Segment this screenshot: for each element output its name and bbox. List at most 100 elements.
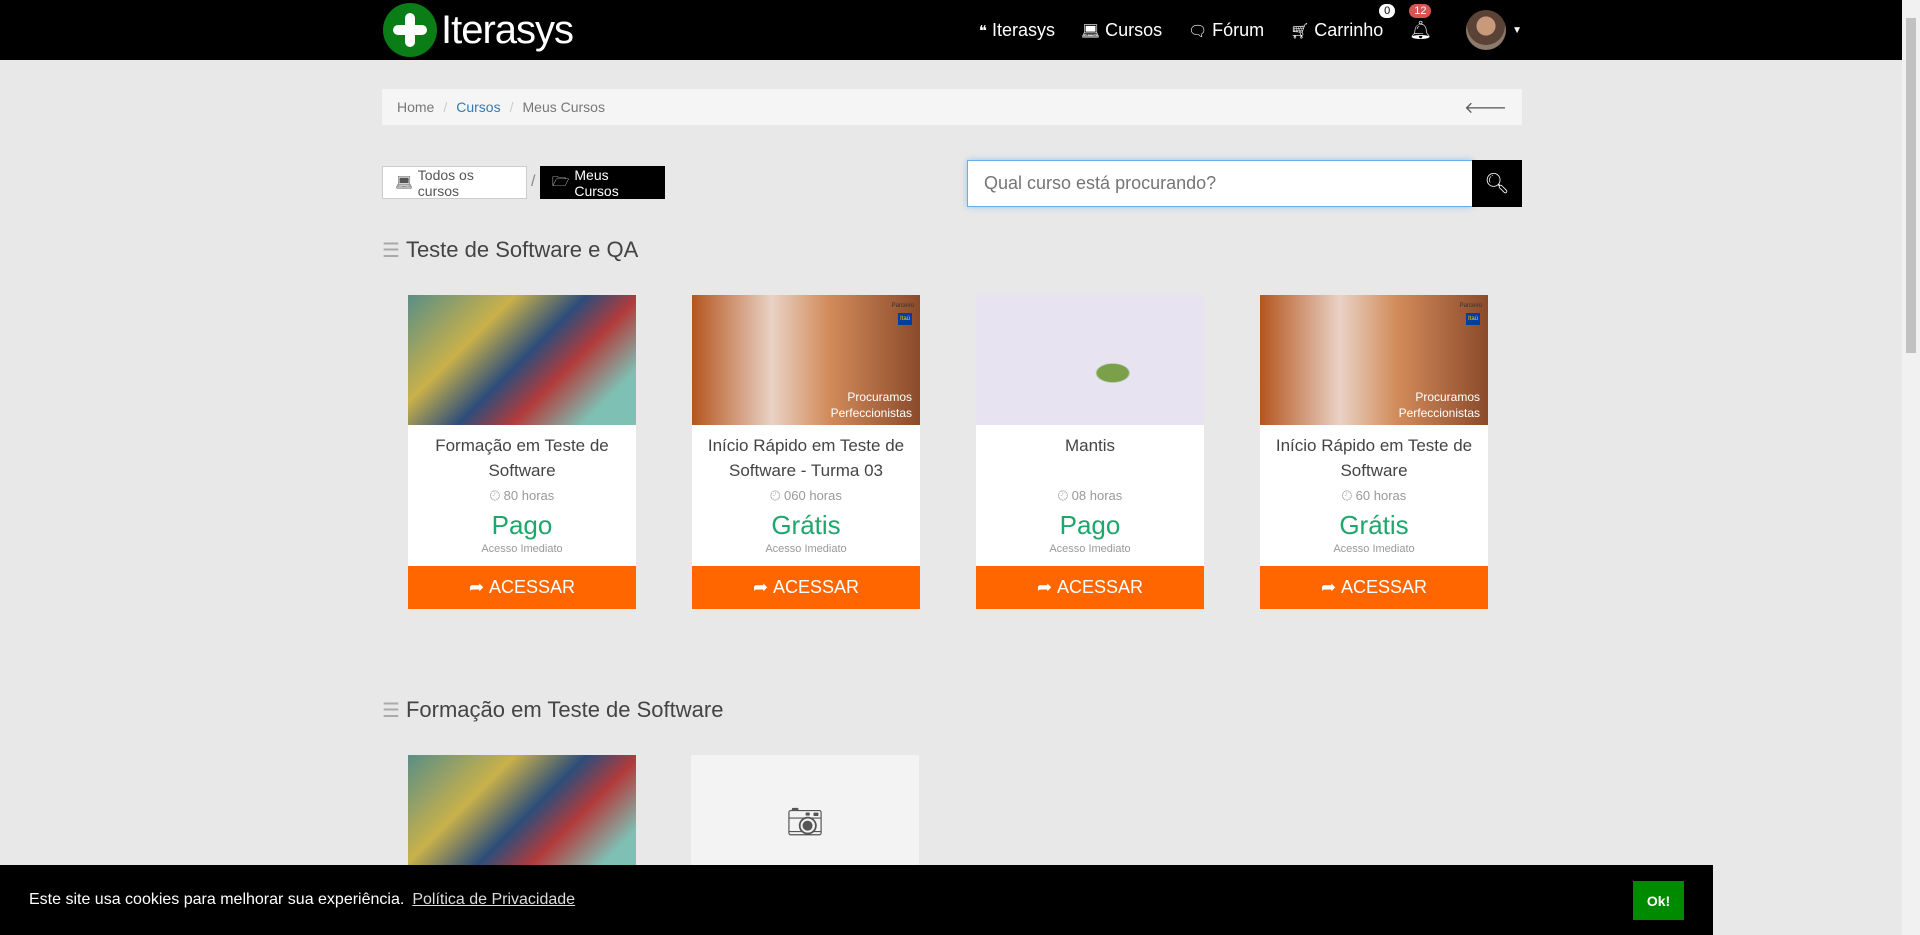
my-courses-button[interactable]: 🗁 Meus Cursos (540, 166, 665, 199)
laptop-icon: 💻︎ (395, 174, 413, 190)
all-courses-button[interactable]: 💻︎ Todos os cursos (382, 166, 527, 199)
clock-icon: 🕘︎ (1057, 488, 1069, 503)
access-text: Acesso Imediato (481, 543, 563, 555)
access-button[interactable]: ➦ ACESSAR (408, 566, 636, 609)
section-title: ☰ Formação em Teste de Software (382, 697, 723, 723)
privacy-policy-link[interactable]: Política de Privacidade (412, 891, 575, 909)
section-title: ☰ Teste de Software e QA (382, 237, 638, 263)
comments-icon: 🗨︎ (1188, 22, 1208, 40)
button-label: ACESSAR (1341, 577, 1428, 597)
hours-text: 060 horas (784, 488, 842, 503)
clock-icon: 🕘︎ (1341, 488, 1353, 503)
course-image[interactable]: Parceiro Itaú Procuramos Perfeccionistas (1260, 295, 1488, 425)
course-price: Pago (491, 510, 553, 540)
search-icon: 🔍︎ (1484, 173, 1510, 195)
cookie-text: Este site usa cookies para melhorar sua … (29, 891, 405, 908)
share-icon: ➦ (1320, 577, 1342, 597)
breadcrumb-cursos[interactable]: Cursos (456, 99, 500, 115)
list-icon: ☰ (382, 239, 400, 262)
section-title-text: Formação em Teste de Software (405, 697, 724, 722)
share-icon: ➦ (1036, 577, 1058, 597)
laptop-icon: 💻︎ (1081, 22, 1101, 40)
logo[interactable]: Iterasys (383, 3, 574, 57)
cookie-ok-button[interactable]: Ok! (1633, 881, 1684, 920)
top-navbar: Iterasys ❝ Iterasys 💻︎ Cursos 🗨︎ Fórum 🛒︎ Ca… (0, 0, 1902, 60)
brand-name: Iterasys (441, 7, 574, 52)
course-image[interactable]: Parceiro Itaú Procuramos Perfeccionistas (692, 295, 920, 425)
folder-open-icon: 🗁 (552, 172, 570, 189)
access-button[interactable]: ➦ ACESSAR (692, 566, 920, 609)
caret-down-icon: ▼ (1512, 24, 1522, 36)
nav-label: Fórum (1212, 19, 1265, 40)
nav-cursos[interactable]: 💻︎ Cursos (1081, 20, 1162, 41)
nav-label: Carrinho (1314, 19, 1384, 40)
breadcrumb-current: Meus Cursos (522, 99, 605, 115)
search-input[interactable] (967, 160, 1473, 207)
button-label: Todos os cursos (417, 166, 474, 199)
cookie-banner: Este site usa cookies para melhorar sua … (0, 865, 1713, 935)
nav-carrinho[interactable]: 🛒︎ Carrinho 0 (1290, 3, 1396, 41)
partner-label: Parceiro (891, 303, 914, 309)
nav-label: Iterasys (992, 19, 1056, 40)
course-title[interactable]: Início Rápido em Teste de Software (1260, 433, 1488, 483)
list-icon: ☰ (382, 699, 400, 722)
course-price: Grátis (771, 510, 841, 540)
cart-count-badge: 0 (1379, 3, 1396, 18)
course-hours: 🕘︎ 80 horas (408, 488, 636, 504)
course-title[interactable]: Mantis (976, 433, 1204, 483)
notification-count-badge: 12 (1409, 3, 1432, 18)
access-text: Acesso Imediato (1049, 543, 1131, 555)
hours-text: 80 horas (503, 488, 555, 503)
image-overlay-text: Procuramos Perfeccionistas (830, 390, 912, 420)
partner-logo: Itaú (1465, 313, 1480, 325)
course-card: Mantis 🕘︎ 08 horas Pago Acesso Imediato … (976, 295, 1204, 609)
access-button[interactable]: ➦ ACESSAR (1260, 566, 1488, 609)
notifications-button[interactable]: 🔔︎ 12 (1409, 3, 1433, 41)
breadcrumb-home[interactable]: Home (397, 99, 434, 115)
nav-iterasys[interactable]: ❝ Iterasys (979, 20, 1055, 41)
scrollbar[interactable] (1902, 0, 1920, 935)
button-label: ACESSAR (773, 577, 860, 597)
camera-icon: 📷︎ (785, 806, 825, 839)
section-title-text: Teste de Software e QA (405, 237, 639, 262)
course-price: Grátis (1339, 510, 1409, 540)
course-hours: 🕘︎ 08 horas (976, 488, 1204, 504)
scrollbar-thumb[interactable] (1906, 18, 1916, 353)
clock-icon: 🕘︎ (770, 488, 781, 503)
partner-logo: Itaú (897, 313, 912, 325)
logo-icon (383, 3, 437, 57)
nav-forum[interactable]: 🗨︎ Fórum (1188, 20, 1264, 41)
access-button[interactable]: ➦ ACESSAR (976, 566, 1204, 609)
bell-icon: 🔔︎ (1409, 19, 1433, 40)
avatar (1466, 10, 1507, 50)
access-text: Acesso Imediato (765, 543, 847, 555)
hours-text: 08 horas (1071, 488, 1123, 503)
breadcrumb: Home / Cursos / Meus Cursos 🡐 (382, 89, 1522, 125)
clock-icon: 🕘︎ (489, 488, 501, 503)
button-label: ACESSAR (1057, 577, 1144, 597)
nav-label: Cursos (1105, 19, 1163, 40)
partner-label: Parceiro (1459, 303, 1482, 309)
button-label: ACESSAR (489, 577, 576, 597)
button-label: Meus Cursos (574, 166, 619, 199)
search-button[interactable]: 🔍︎ (1472, 160, 1522, 207)
course-price: Pago (1059, 510, 1121, 540)
separator: / (531, 173, 536, 190)
course-card: Formação em Teste de Software 🕘︎ 80 hora… (408, 295, 636, 609)
share-icon: ➦ (468, 577, 490, 597)
course-image[interactable] (976, 295, 1204, 425)
user-menu[interactable]: ▼ (1466, 10, 1522, 50)
course-title[interactable]: Início Rápido em Teste de Software - Tur… (692, 433, 920, 483)
course-card: Parceiro Itaú Procuramos Perfeccionistas I… (1260, 295, 1488, 609)
cart-icon: 🛒︎ (1290, 22, 1310, 40)
hours-text: 60 horas (1355, 488, 1407, 503)
course-hours: 🕘︎ 60 horas (1260, 488, 1488, 504)
image-overlay-text: Procuramos Perfeccionistas (1398, 390, 1480, 420)
course-card: Parceiro Itaú Procuramos Perfeccionistas I… (692, 295, 920, 609)
access-text: Acesso Imediato (1333, 543, 1415, 555)
back-arrow-icon[interactable]: 🡐 (1464, 97, 1507, 118)
course-title[interactable]: Formação em Teste de Software (408, 433, 636, 483)
share-icon: ➦ (752, 577, 774, 597)
course-hours: 🕘︎ 060 horas (692, 488, 920, 504)
course-image[interactable] (408, 295, 636, 425)
